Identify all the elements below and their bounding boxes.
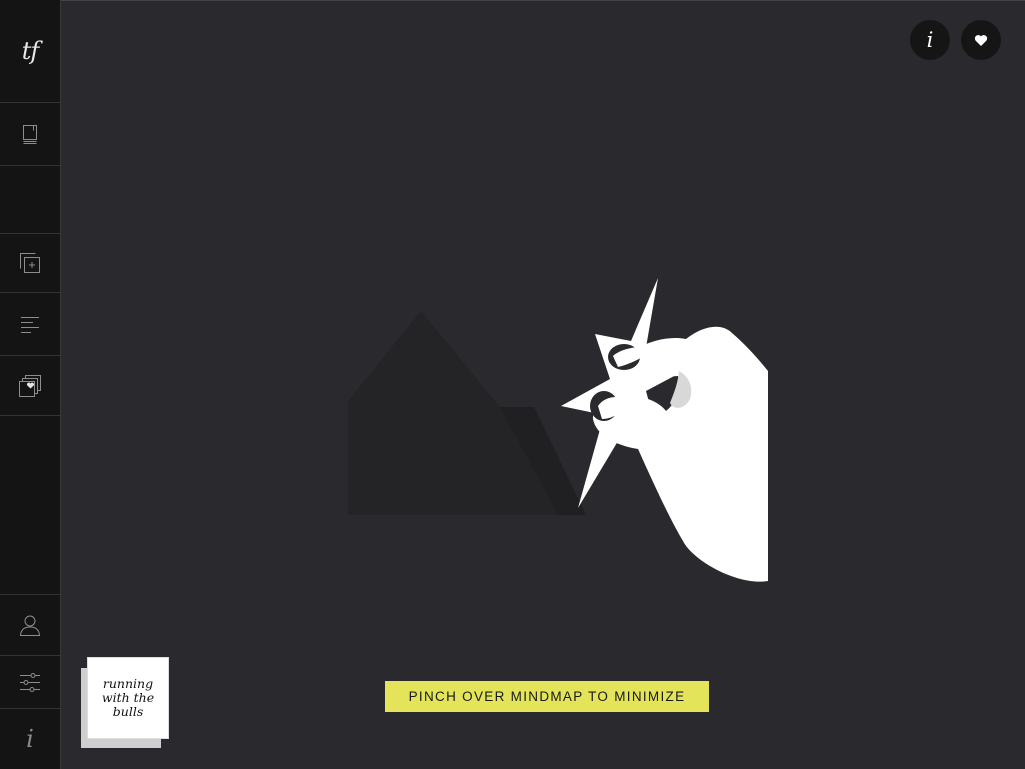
- sidebar-item-favorites[interactable]: [0, 356, 60, 416]
- sidebar-item-notebooks[interactable]: [0, 103, 60, 166]
- sidebar-item-settings[interactable]: [0, 655, 60, 709]
- mindmap-card-stack[interactable]: running with the bulls: [81, 658, 171, 750]
- info-icon: i: [26, 725, 34, 753]
- user-icon: [19, 615, 41, 636]
- sidebar-item-empty[interactable]: [0, 166, 60, 234]
- notebook-icon: [23, 125, 37, 144]
- sidebar-item-outline[interactable]: [0, 293, 60, 356]
- card-title-line: with the: [101, 690, 155, 705]
- heart-icon: [974, 34, 988, 46]
- mindmap-card[interactable]: running with the bulls: [88, 658, 168, 738]
- hand-icon: [590, 326, 768, 582]
- logo-text: tf: [21, 37, 40, 65]
- card-title-line: running: [102, 676, 154, 691]
- mindmap-placeholder-shape: [348, 311, 586, 515]
- sidebar-item-info[interactable]: i: [0, 709, 60, 769]
- pinch-gesture-illustration: [348, 278, 768, 582]
- main-canvas[interactable]: i PINCH OVER MINDMAP TO MINIMIZE running: [61, 0, 1025, 769]
- sidebar-item-profile[interactable]: [0, 594, 60, 656]
- hint-banner: PINCH OVER MINDMAP TO MINIMIZE: [385, 681, 709, 712]
- hint-text: PINCH OVER MINDMAP TO MINIMIZE: [408, 689, 686, 704]
- add-page-icon: [20, 253, 40, 273]
- sliders-icon: [20, 672, 40, 692]
- card-title-line: bulls: [112, 704, 144, 719]
- app-logo[interactable]: tf: [0, 0, 60, 103]
- favorites-stack-icon: [19, 374, 41, 397]
- sidebar: tf i: [0, 0, 61, 769]
- sidebar-item-add-page[interactable]: [0, 234, 60, 293]
- favorite-button[interactable]: [961, 20, 1001, 60]
- info-button[interactable]: i: [910, 20, 950, 60]
- text-lines-icon: [21, 317, 39, 333]
- info-button-label: i: [926, 28, 934, 52]
